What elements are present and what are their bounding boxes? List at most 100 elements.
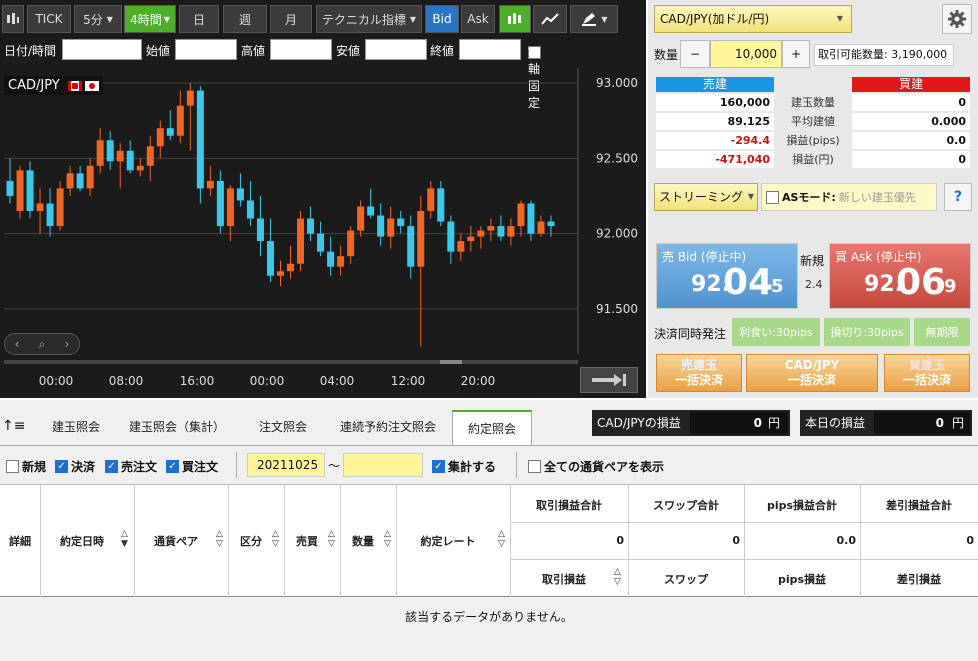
col-rate[interactable]: 約定レート [396,533,500,549]
filter-new-checkbox[interactable]: 新規 [6,457,46,475]
sell-value-2: -294.4 [656,132,774,149]
candle-body [156,128,164,147]
candle [256,195,264,257]
technical-indicator-select[interactable]: テクニカル指標 ▼ [316,5,422,33]
as-mode-toggle[interactable]: ASモード: 新しい建玉優先 [761,183,937,211]
col-category[interactable]: 区分 [228,533,274,549]
col-pnl[interactable]: 取引損益 [510,571,618,587]
col-exec-time[interactable]: 約定日時 [40,533,124,549]
zoom-icon[interactable]: ⌕ [39,337,46,352]
candle-body [196,90,204,189]
candle-body [297,218,305,264]
tick-button[interactable]: TICK [27,5,71,33]
candle-chart-icon[interactable] [499,5,531,33]
sort-category-icon[interactable]: △ ▽ [272,529,279,549]
candle [146,135,154,181]
settings-button[interactable] [942,4,972,34]
close-field[interactable] [459,39,521,60]
high-field[interactable] [270,39,332,60]
sell-settle-all-button[interactable]: 売建玉 一括決済 [656,354,742,392]
week-button[interactable]: 週 [223,5,267,33]
sort-side-icon[interactable]: △ ▽ [328,529,335,549]
candle [417,195,425,347]
interval-4h-select[interactable]: 4時間 ▼ [124,5,176,33]
candle-body [146,146,154,166]
sort-exec-time-icon[interactable]: △ ▼ [121,529,128,549]
x-tick-label: 00:00 [39,374,74,388]
pair-select[interactable]: CAD/JPY(加ドル/円) ▼ [654,5,852,33]
sort-pnl-icon[interactable]: △ ▽ [614,567,621,587]
candle-body [96,140,104,166]
swap-total-value: 0 [732,534,740,547]
date-to-input[interactable] [343,453,423,477]
candle [86,158,94,196]
day-button[interactable]: 日 [179,5,219,33]
candle-body [317,233,325,252]
pair-pnl-box: CAD/JPYの損益 0 円 [592,410,790,436]
available-quantity: 取引可能数量: 3,190,000 [814,44,954,66]
jump-latest-button[interactable] [580,367,638,393]
filter-settle-checkbox[interactable]: ✓ 決済 [55,457,95,475]
date-from-input[interactable]: 20211025 [247,453,325,477]
buy-value-2: 0.0 [852,132,970,149]
low-field[interactable] [365,39,427,60]
candle-body [307,218,315,234]
candlestick-chart[interactable]: 93.000 92.500 92.000 91.500 00:00 08:00 16:00 0… [0,68,646,398]
candle-body [397,218,405,227]
aggregate-checkbox[interactable]: ✓ 集計する [432,457,496,475]
chart-panel: TICK 5分 ▼ 4時間 ▼ 日 週 月 テクニカル指標 ▼ Bid Ask ▼ 日… [0,0,646,398]
candle-body [327,251,335,267]
quantity-minus-button[interactable]: − [680,40,710,68]
candle [226,185,234,242]
sell-bid-button[interactable]: 売 Bid (停止中) 92. 04 5 [656,243,798,309]
filter-buy-checkbox[interactable]: ✓ 買注文 [166,457,218,475]
candle [437,180,445,227]
tab-3[interactable]: 連続予約注文照会 [326,410,450,445]
pair-settle-all-button[interactable]: CAD/JPY 一括決済 [746,354,878,392]
streaming-select[interactable]: ストリーミング ▼ [654,183,758,211]
sort-pair-icon[interactable]: △ ▽ [216,529,223,549]
draw-tool-icon[interactable]: ▼ [570,5,618,33]
candle [457,233,465,261]
buy-ask-button[interactable]: 買 Ask (停止中) 92. 06 9 [829,243,971,309]
tab-2[interactable]: 注文照会 [240,410,326,445]
chart-svg: 93.000 92.500 92.000 91.500 00:00 08:00 16:00 0… [4,68,638,388]
tab-1[interactable]: 建玉照会（集計） [118,410,236,445]
sort-rate-icon[interactable]: △ ▽ [498,529,505,549]
scroll-right-icon[interactable]: › [65,337,70,351]
col-side[interactable]: 売買 [284,533,330,549]
take-profit-button[interactable]: 利食い:30pips [732,318,820,346]
scrollbar-thumb[interactable] [440,360,462,364]
month-button[interactable]: 月 [270,5,312,33]
datetime-field[interactable] [62,39,142,60]
no-expiry-button[interactable]: 無期限 [914,318,970,346]
ask-price-big: 06 [896,262,947,303]
open-field[interactable] [175,39,237,60]
candle [377,203,385,246]
line-chart-icon[interactable] [533,5,567,33]
chart-scrollbar[interactable] [4,360,578,364]
filter-sell-checkbox[interactable]: ✓ 売注文 [105,457,157,475]
candlestick-icon[interactable] [2,5,24,33]
stop-loss-button[interactable]: 損切り:30pips [824,318,910,346]
close-label: 終値 [430,44,455,58]
quantity-plus-button[interactable]: + [782,40,810,68]
interval-5m-select[interactable]: 5分 ▼ [74,5,122,33]
sort-qty-icon[interactable]: △ ▽ [384,529,391,549]
candle [56,180,64,231]
low-label: 安値 [336,44,361,58]
candle [517,200,525,237]
col-pair[interactable]: 通貨ペア [134,533,218,549]
help-button[interactable]: ? [944,183,972,211]
tab-4[interactable]: 約定照会 [452,410,532,445]
quantity-input[interactable]: 10,000 [710,40,782,68]
buy-header: 買建 [852,77,970,92]
col-qty[interactable]: 数量 [340,533,386,549]
scroll-left-icon[interactable]: ‹ [15,337,20,351]
ask-button[interactable]: Ask [461,5,495,33]
sort-order-icon[interactable]: ↑≡ [2,418,25,434]
bid-button[interactable]: Bid [425,5,459,33]
tab-0[interactable]: 建玉照会 [36,410,116,445]
buy-settle-all-button[interactable]: 買建玉 一括決済 [884,354,970,392]
show-all-pairs-checkbox[interactable]: 全ての通貨ペアを表示 [528,457,664,475]
